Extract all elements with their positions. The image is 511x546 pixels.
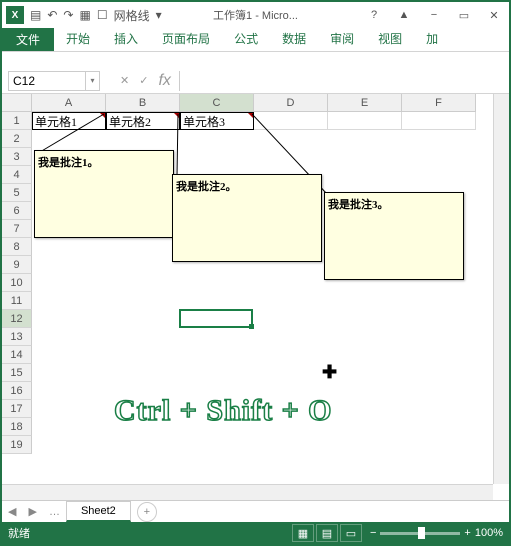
chevron-down-icon[interactable]: ▾ <box>156 8 162 22</box>
enter-icon[interactable]: ✓ <box>139 74 148 87</box>
window-title: 工作簿1 - Micro... <box>213 7 298 23</box>
normal-view-icon[interactable]: ▦ <box>292 524 314 542</box>
row-headers: 1 2 3 4 5 6 7 8 9 10 11 12 13 14 15 16 1… <box>2 112 32 484</box>
name-box[interactable] <box>8 71 86 91</box>
cell[interactable] <box>254 112 328 130</box>
row-header[interactable]: 19 <box>2 436 32 454</box>
cell[interactable] <box>402 112 476 130</box>
comment-2[interactable]: 我是批注2。 <box>172 174 322 262</box>
sheet-nav-next[interactable]: ▶ <box>22 505 42 518</box>
cancel-icon[interactable]: ✕ <box>120 74 129 87</box>
select-all-corner[interactable] <box>2 94 32 112</box>
undo-icon[interactable]: ↶ <box>47 8 57 22</box>
row-header[interactable]: 10 <box>2 274 32 292</box>
zoom-in-button[interactable]: + <box>464 527 470 539</box>
row-header[interactable]: 15 <box>2 364 32 382</box>
col-header[interactable]: B <box>106 94 180 112</box>
comment-1[interactable]: 我是批注1。 <box>34 150 174 238</box>
name-box-dropdown[interactable]: ▾ <box>86 71 100 91</box>
horizontal-scrollbar[interactable] <box>2 484 493 500</box>
col-header[interactable]: E <box>328 94 402 112</box>
tab-review[interactable]: 审阅 <box>318 26 366 51</box>
zoom-slider[interactable] <box>380 532 460 535</box>
tab-insert[interactable]: 插入 <box>102 26 150 51</box>
spreadsheet-grid: A B C D E F 1 2 3 4 5 6 7 8 9 10 11 12 1… <box>2 94 509 500</box>
formula-input[interactable] <box>179 71 509 91</box>
zoom-slider-thumb[interactable] <box>418 527 425 539</box>
maximize-button[interactable]: ▭ <box>449 4 479 26</box>
save-icon[interactable]: ▤ <box>30 8 41 22</box>
grid-icon[interactable]: ▦ <box>79 8 90 22</box>
close-button[interactable]: ✕ <box>479 4 509 26</box>
col-header[interactable]: C <box>180 94 254 112</box>
row-header[interactable]: 5 <box>2 184 32 202</box>
cell-c1[interactable]: 单元格3 <box>180 112 254 130</box>
row-header[interactable]: 2 <box>2 130 32 148</box>
row-header[interactable]: 12 <box>2 310 32 328</box>
sheet-nav-more[interactable]: … <box>43 506 66 518</box>
sheet-tab-active[interactable]: Sheet2 <box>66 501 131 522</box>
cell[interactable] <box>328 112 402 130</box>
page-break-icon[interactable]: ▭ <box>340 524 362 542</box>
row-header[interactable]: 13 <box>2 328 32 346</box>
shortcut-overlay: Ctrl + Shift + O <box>114 394 333 428</box>
minimize-button[interactable]: − <box>419 4 449 26</box>
vertical-scrollbar[interactable] <box>493 94 509 484</box>
sheet-nav-prev[interactable]: ◀ <box>2 505 22 518</box>
row-header[interactable]: 3 <box>2 148 32 166</box>
row-header[interactable]: 7 <box>2 220 32 238</box>
status-bar: 就绪 ▦ ▤ ▭ − + 100% <box>2 522 509 544</box>
file-tab[interactable]: 文件 <box>2 27 54 51</box>
row-header[interactable]: 17 <box>2 400 32 418</box>
cells-area[interactable]: 单元格1 单元格2 单元格3 我是批注1。 我是批注2。 我是批注3。 ✚ Ct… <box>32 112 493 484</box>
gridlines-label[interactable]: 网格线 <box>114 7 150 24</box>
tab-formulas[interactable]: 公式 <box>222 26 270 51</box>
row-header[interactable]: 11 <box>2 292 32 310</box>
cursor-cross-icon: ✚ <box>322 362 337 383</box>
tab-data[interactable]: 数据 <box>270 26 318 51</box>
formula-bar: ▾ ✕ ✓ fx <box>2 68 509 94</box>
quick-access-toolbar: ▤ ↶ ↷ ▦ ☐ 网格线 ▾ <box>28 7 162 24</box>
ribbon-toggle-icon[interactable]: ▲ <box>389 4 419 26</box>
ribbon-tabs: 文件 开始 插入 页面布局 公式 数据 审阅 视图 加 <box>2 28 509 52</box>
redo-icon[interactable]: ↷ <box>63 8 73 22</box>
page-layout-icon[interactable]: ▤ <box>316 524 338 542</box>
tab-addins[interactable]: 加 <box>414 26 450 51</box>
new-sheet-button[interactable]: + <box>137 502 157 522</box>
column-headers: A B C D E F <box>32 94 493 112</box>
fx-icon[interactable]: fx <box>158 72 170 90</box>
status-ready: 就绪 <box>8 525 30 541</box>
row-header[interactable]: 9 <box>2 256 32 274</box>
zoom-level[interactable]: 100% <box>475 527 503 539</box>
row-header[interactable]: 14 <box>2 346 32 364</box>
cell-b1[interactable]: 单元格2 <box>106 112 180 130</box>
tab-layout[interactable]: 页面布局 <box>150 26 222 51</box>
active-cell-outline <box>179 309 253 328</box>
title-bar: X ▤ ↶ ↷ ▦ ☐ 网格线 ▾ 工作簿1 - Micro... ? ▲ − … <box>2 2 509 28</box>
comment-3[interactable]: 我是批注3。 <box>324 192 464 280</box>
row-header[interactable]: 4 <box>2 166 32 184</box>
col-header[interactable]: F <box>402 94 476 112</box>
excel-icon: X <box>6 6 24 24</box>
row-header[interactable]: 1 <box>2 112 32 130</box>
col-header[interactable]: A <box>32 94 106 112</box>
help-icon[interactable]: ? <box>359 4 389 26</box>
tab-view[interactable]: 视图 <box>366 26 414 51</box>
tab-home[interactable]: 开始 <box>54 26 102 51</box>
checkbox-icon[interactable]: ☐ <box>97 8 108 22</box>
row-header[interactable]: 6 <box>2 202 32 220</box>
row-header[interactable]: 16 <box>2 382 32 400</box>
fill-handle[interactable] <box>249 324 254 329</box>
col-header[interactable]: D <box>254 94 328 112</box>
cell-a1[interactable]: 单元格1 <box>32 112 106 130</box>
sheet-tab-bar: ◀ ▶ … Sheet2 + <box>2 500 509 522</box>
row-header[interactable]: 18 <box>2 418 32 436</box>
row-header[interactable]: 8 <box>2 238 32 256</box>
zoom-out-button[interactable]: − <box>370 527 376 539</box>
